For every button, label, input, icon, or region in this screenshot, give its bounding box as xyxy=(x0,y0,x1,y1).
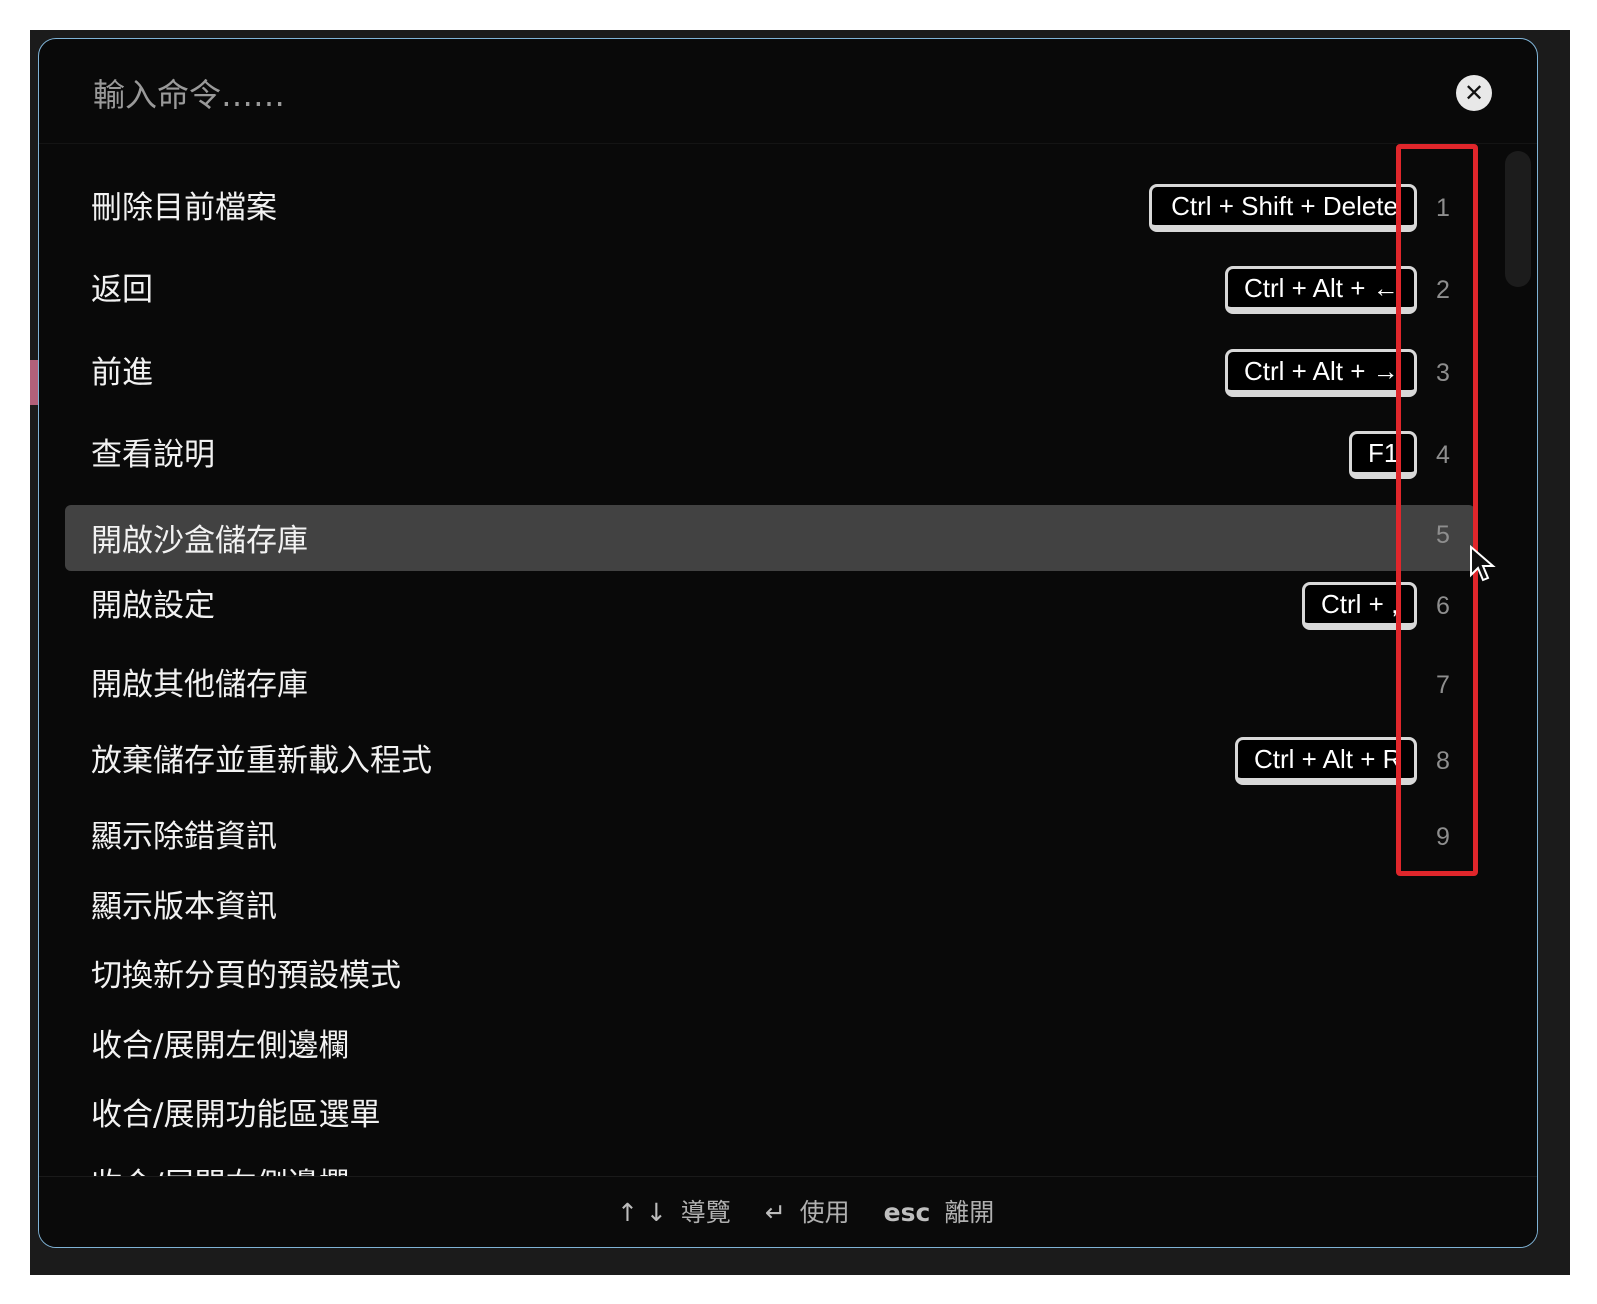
shortcut-key: Ctrl + Alt + → xyxy=(1225,349,1417,397)
command-item[interactable]: 收合/展開功能區選單 xyxy=(65,1073,1475,1143)
command-item[interactable]: 前進 Ctrl + Alt + → 3 xyxy=(65,331,1475,401)
command-label: 顯示版本資訊 xyxy=(91,889,277,925)
command-item[interactable]: 收合/展開右側邊欄 xyxy=(65,1143,1475,1178)
command-label: 返回 xyxy=(91,272,153,308)
command-item[interactable]: 查看說明 F1 4 xyxy=(65,413,1475,483)
command-number: 7 xyxy=(1436,671,1450,699)
command-number: 6 xyxy=(1436,592,1450,620)
footer-hints: ↑ ↓ 導覽 ↵ 使用 esc 離開 xyxy=(39,1176,1537,1247)
hint-navigate: ↑ ↓ 導覽 xyxy=(617,1198,739,1227)
command-label: 開啟設定 xyxy=(91,588,215,624)
arrow-keys-icon: ↑ ↓ xyxy=(617,1198,667,1227)
command-label: 放棄儲存並重新載入程式 xyxy=(91,743,432,779)
search-row: ✕ xyxy=(39,39,1537,144)
command-label: 查看說明 xyxy=(91,437,215,473)
command-label: 刪除目前檔案 xyxy=(91,190,277,226)
command-number: 9 xyxy=(1436,823,1450,851)
command-item[interactable]: 開啟其他儲存庫 7 xyxy=(65,643,1475,713)
close-icon[interactable]: ✕ xyxy=(1456,75,1492,111)
shortcut-key: Ctrl + Shift + Delete xyxy=(1149,184,1417,232)
command-label: 開啟沙盒儲存庫 xyxy=(91,523,308,559)
command-number: 8 xyxy=(1436,747,1450,775)
command-label: 切換新分頁的預設模式 xyxy=(91,958,401,994)
hint-esc-label: 離開 xyxy=(944,1198,995,1227)
command-item[interactable]: 切換新分頁的預設模式 xyxy=(65,934,1475,1004)
command-item[interactable]: 顯示版本資訊 xyxy=(65,865,1475,935)
command-label: 開啟其他儲存庫 xyxy=(91,667,308,703)
esc-key: esc xyxy=(883,1198,931,1227)
command-item[interactable]: 開啟設定 Ctrl + , 6 xyxy=(65,564,1475,634)
command-list: 刪除目前檔案 Ctrl + Shift + Delete 1 返回 Ctrl + Alt… xyxy=(39,144,1537,1178)
scrollbar-thumb[interactable] xyxy=(1505,151,1531,287)
command-label: 收合/展開左側邊欄 xyxy=(91,1028,350,1064)
command-search-input[interactable] xyxy=(91,71,1395,119)
hint-use-label: 使用 xyxy=(799,1198,850,1227)
hint-navigate-label: 導覽 xyxy=(680,1198,731,1227)
shortcut-key: Ctrl + , xyxy=(1302,582,1417,630)
command-number: 4 xyxy=(1436,441,1450,469)
shortcut-key: Ctrl + Alt + ← xyxy=(1225,266,1417,314)
command-item[interactable]: 開啟沙盒儲存庫 5 xyxy=(65,505,1475,571)
command-label: 顯示除錯資訊 xyxy=(91,819,277,855)
shortcut-key: F1 xyxy=(1349,431,1417,479)
shortcut-key: Ctrl + Alt + R xyxy=(1235,737,1417,785)
command-item[interactable]: 收合/展開左側邊欄 xyxy=(65,1004,1475,1074)
hint-esc: esc 離開 xyxy=(884,1198,995,1227)
command-number: 1 xyxy=(1436,194,1450,222)
command-number: 2 xyxy=(1436,276,1450,304)
command-label: 收合/展開功能區選單 xyxy=(91,1097,381,1133)
command-item[interactable]: 返回 Ctrl + Alt + ← 2 xyxy=(65,248,1475,318)
hint-use: ↵ 使用 xyxy=(765,1198,858,1227)
command-palette: ✕ 刪除目前檔案 Ctrl + Shift + Delete 1 返回 Ctrl + A… xyxy=(38,38,1538,1248)
command-item[interactable]: 刪除目前檔案 Ctrl + Shift + Delete 1 xyxy=(65,166,1475,236)
background-accent xyxy=(30,360,38,405)
command-item[interactable]: 顯示除錯資訊 9 xyxy=(65,795,1475,865)
command-number: 5 xyxy=(1436,521,1450,549)
command-item[interactable]: 放棄儲存並重新載入程式 Ctrl + Alt + R 8 xyxy=(65,719,1475,789)
enter-key-icon: ↵ xyxy=(764,1198,786,1227)
command-number: 3 xyxy=(1436,359,1450,387)
command-label: 前進 xyxy=(91,355,153,391)
